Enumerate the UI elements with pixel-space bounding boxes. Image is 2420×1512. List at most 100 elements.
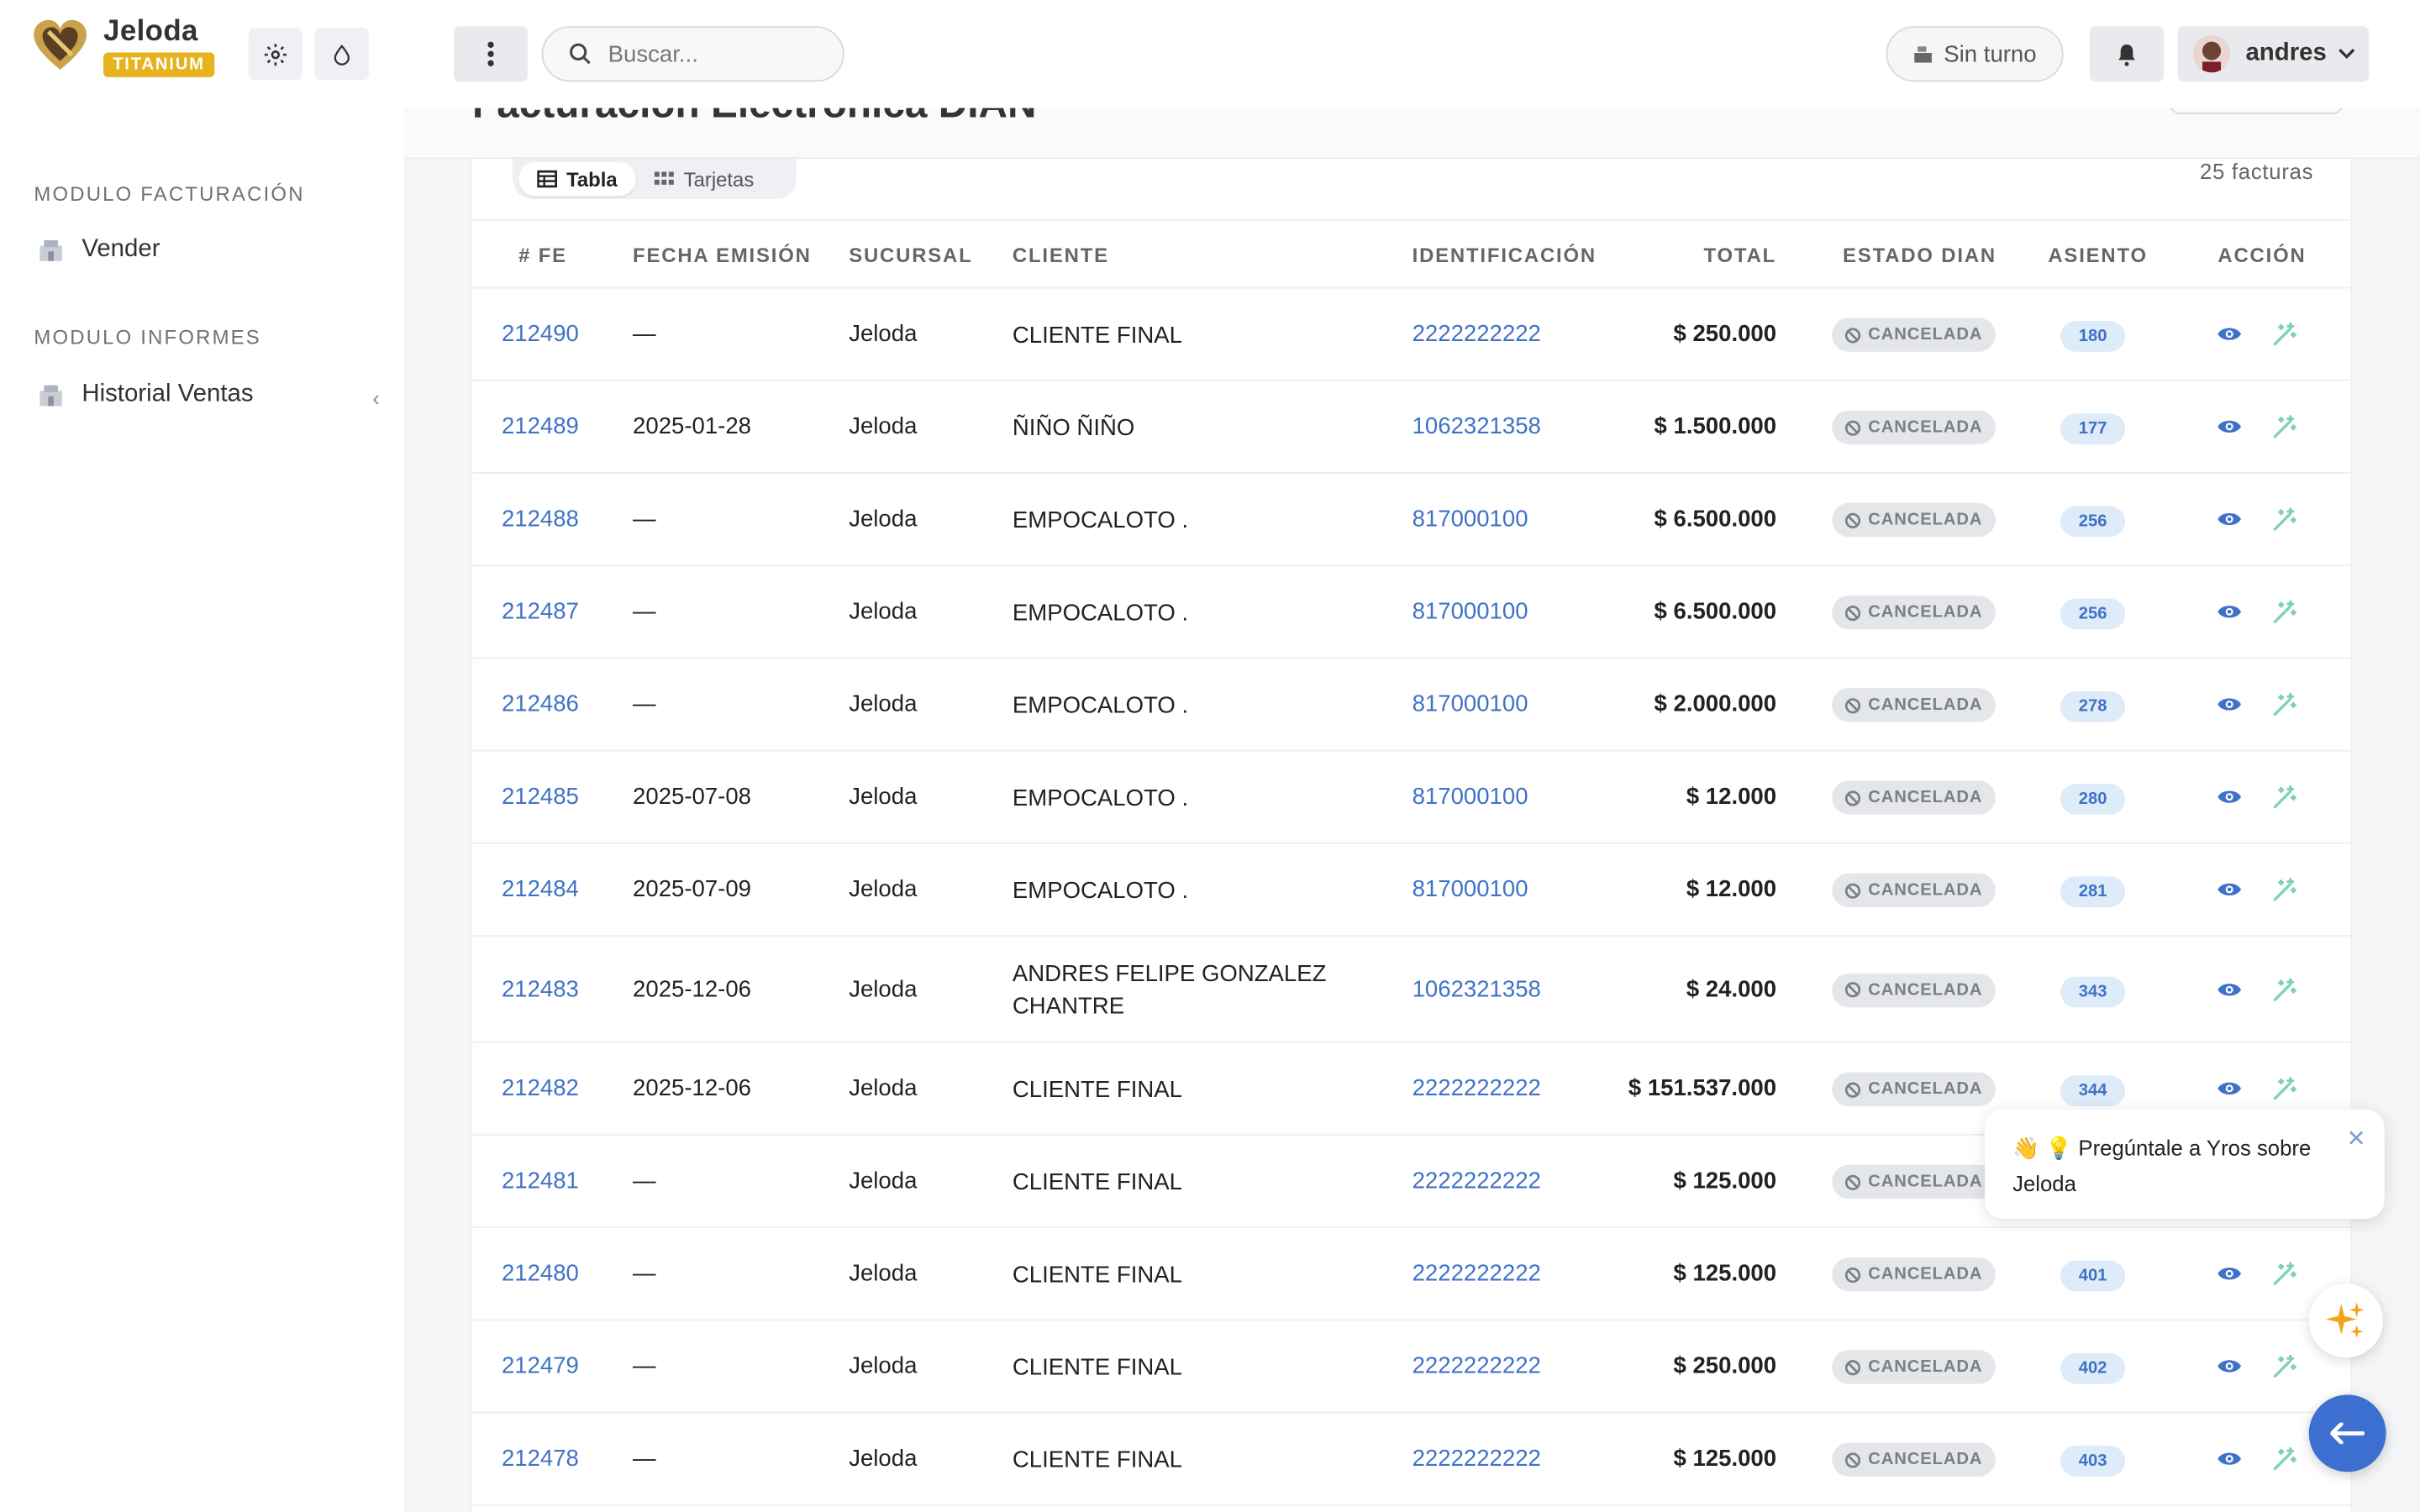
assistant-bubble[interactable]: 👋 💡 Pregúntale a Yros sobre Jeloda ✕ — [1985, 1109, 2385, 1220]
identificacion-link[interactable]: 817000100 — [1413, 599, 1528, 625]
identificacion-link[interactable]: 2222222222 — [1413, 1168, 1541, 1194]
identificacion-link[interactable]: 2222222222 — [1413, 1075, 1541, 1101]
magic-wand-button[interactable] — [2272, 1262, 2296, 1294]
magic-wand-button[interactable] — [2272, 785, 2296, 818]
search-input[interactable] — [608, 40, 824, 67]
identificacion-link[interactable]: 2222222222 — [1413, 321, 1541, 347]
tab-tabla[interactable]: Tabla — [518, 161, 636, 197]
settings-button[interactable] — [248, 28, 302, 81]
sucursal: Jeloda — [849, 876, 918, 903]
magic-wand-button[interactable] — [2272, 878, 2296, 911]
asiento-badge[interactable]: 344 — [2060, 1075, 2126, 1106]
tab-tarjetas[interactable]: Tarjetas — [636, 162, 773, 196]
magic-wand-button[interactable] — [2272, 600, 2296, 633]
magic-wand-button[interactable] — [2272, 977, 2296, 1011]
asiento-badge[interactable]: 280 — [2060, 784, 2126, 815]
identificacion-link[interactable]: 1062321358 — [1413, 976, 1541, 1002]
asiento-badge[interactable]: 343 — [2060, 975, 2126, 1007]
identificacion-link[interactable]: 817000100 — [1413, 691, 1528, 717]
magic-wand-button[interactable] — [2272, 507, 2296, 540]
chevron-left-icon[interactable]: ‹ — [372, 386, 380, 410]
identificacion-link[interactable]: 1062321358 — [1413, 413, 1541, 439]
identificacion-link[interactable]: 817000100 — [1413, 506, 1528, 532]
fe-link[interactable]: 212490 — [502, 321, 579, 347]
fe-link[interactable]: 212483 — [502, 976, 579, 1002]
magic-wand-button[interactable] — [2272, 1077, 2296, 1110]
view-button[interactable] — [2217, 1263, 2243, 1291]
view-button[interactable] — [2217, 509, 2243, 537]
fe-link[interactable]: 212478 — [502, 1446, 579, 1472]
asiento-badge[interactable]: 256 — [2060, 598, 2126, 630]
view-button[interactable] — [2217, 1356, 2243, 1383]
view-button[interactable] — [2217, 1449, 2243, 1477]
title-action-button[interactable] — [2168, 108, 2344, 114]
sidebar-item-historial-ventas[interactable]: Historial Ventas — [37, 381, 254, 409]
magic-wand-icon — [2273, 692, 2296, 717]
view-button[interactable] — [2217, 417, 2243, 444]
fe-link[interactable]: 212481 — [502, 1168, 579, 1194]
col-fe[interactable]: # FE — [518, 244, 567, 267]
magic-wand-button[interactable] — [2272, 1447, 2296, 1480]
col-sucursal[interactable]: SUCURSAL — [849, 244, 972, 267]
eye-icon — [2217, 328, 2242, 340]
view-button[interactable] — [2217, 979, 2243, 1006]
identificacion-link[interactable]: 2222222222 — [1413, 1446, 1541, 1472]
col-total[interactable]: TOTAL — [1704, 244, 1777, 267]
turno-button[interactable]: Sin turno — [1886, 26, 2064, 82]
magic-wand-button[interactable] — [2272, 323, 2296, 355]
asiento-badge[interactable]: 403 — [2060, 1446, 2126, 1477]
search-icon — [570, 43, 591, 65]
fe-link[interactable]: 212482 — [502, 1075, 579, 1101]
col-cliente[interactable]: CLIENTE — [1013, 244, 1109, 267]
sidebar-item-vender[interactable]: Vender — [37, 236, 160, 264]
sucursal: Jeloda — [849, 784, 918, 811]
fe-link[interactable]: 212485 — [502, 784, 579, 810]
fe-link[interactable]: 212484 — [502, 876, 579, 902]
asiento-badge[interactable]: 278 — [2060, 690, 2126, 722]
col-asiento[interactable]: ASIENTO — [2048, 244, 2148, 267]
view-button[interactable] — [2217, 324, 2243, 352]
fe-link[interactable]: 212489 — [502, 413, 579, 439]
col-accion[interactable]: ACCIÓN — [2217, 244, 2306, 267]
close-icon[interactable]: ✕ — [2347, 1121, 2366, 1157]
view-button[interactable] — [2217, 601, 2243, 629]
notifications-button[interactable] — [2089, 26, 2165, 82]
asiento-badge[interactable]: 401 — [2060, 1260, 2126, 1292]
view-button[interactable] — [2217, 1079, 2243, 1106]
shop-icon — [39, 385, 62, 407]
asiento-badge[interactable]: 180 — [2060, 321, 2126, 352]
assistant-button[interactable] — [2308, 1284, 2383, 1358]
identificacion-link[interactable]: 2222222222 — [1413, 1353, 1541, 1379]
magic-wand-button[interactable] — [2272, 415, 2296, 448]
total: $ 250.000 — [1673, 1352, 1777, 1380]
total: $ 125.000 — [1673, 1446, 1777, 1473]
asiento-badge[interactable]: 177 — [2060, 413, 2126, 444]
fecha-emision: 2025-12-06 — [633, 975, 752, 1002]
fe-link[interactable]: 212486 — [502, 691, 579, 717]
view-button[interactable] — [2217, 879, 2243, 907]
fe-link[interactable]: 212479 — [502, 1353, 579, 1379]
col-identificacion[interactable]: IDENTIFICACIÓN — [1413, 244, 1597, 267]
view-button[interactable] — [2217, 695, 2243, 722]
fe-link[interactable]: 212487 — [502, 599, 579, 625]
table-row: 212485 2025-07-08 Jeloda EMPOCALOTO . 817000… — [472, 751, 2351, 844]
asiento-badge[interactable]: 402 — [2060, 1352, 2126, 1384]
col-estado[interactable]: ESTADO DIAN — [1843, 244, 1996, 267]
magic-wand-button[interactable] — [2272, 692, 2296, 726]
fe-link[interactable]: 212488 — [502, 506, 579, 532]
identificacion-link[interactable]: 2222222222 — [1413, 1261, 1541, 1287]
brand[interactable]: Jeloda TITANIUM — [31, 15, 214, 77]
theme-button[interactable] — [314, 28, 369, 81]
fe-link[interactable]: 212480 — [502, 1261, 579, 1287]
magic-wand-button[interactable] — [2272, 1354, 2296, 1388]
user-menu-button[interactable]: andres — [2177, 26, 2370, 82]
back-button[interactable] — [2308, 1394, 2386, 1473]
identificacion-link[interactable]: 817000100 — [1413, 876, 1528, 902]
asiento-badge[interactable]: 256 — [2060, 506, 2126, 538]
total: $ 1.500.000 — [1654, 413, 1777, 440]
view-button[interactable] — [2217, 787, 2243, 815]
col-fecha[interactable]: FECHA EMISIÓN — [633, 244, 812, 267]
identificacion-link[interactable]: 817000100 — [1413, 784, 1528, 810]
menu-button[interactable] — [454, 26, 529, 82]
asiento-badge[interactable]: 281 — [2060, 876, 2126, 907]
